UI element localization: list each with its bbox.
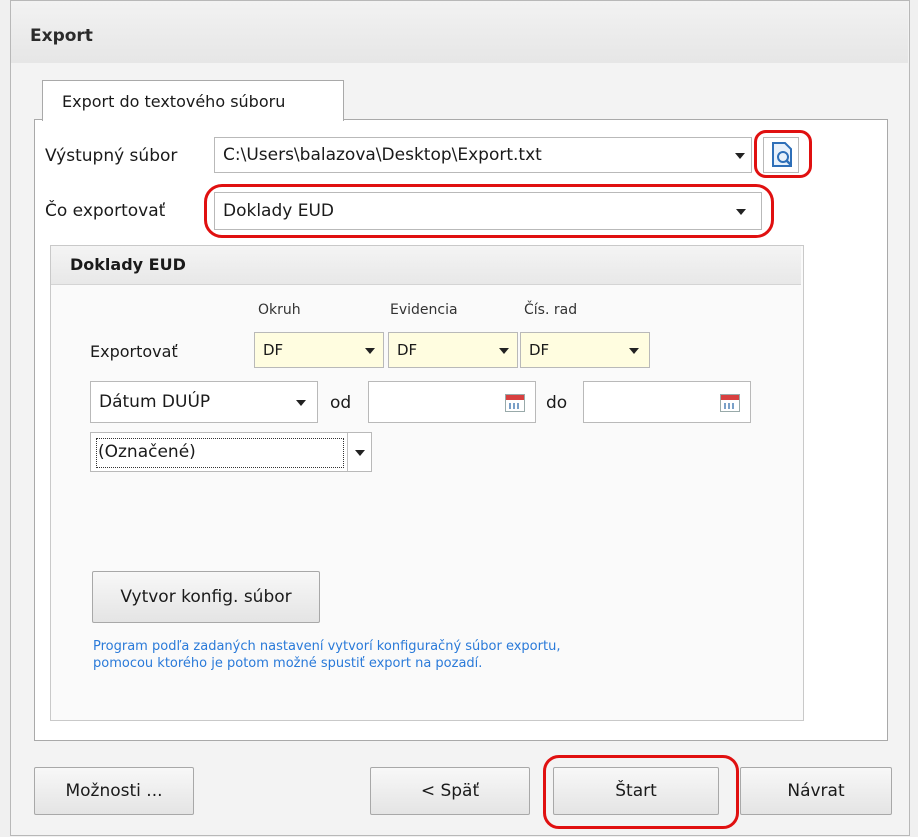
info-line-1: Program podľa zadaných nastavení vytvorí…	[93, 639, 561, 654]
return-label: Návrat	[787, 781, 845, 801]
cis-rad-combo[interactable]: DF	[520, 332, 650, 368]
search-file-icon	[772, 142, 792, 167]
window-title: Export	[30, 26, 93, 46]
title-bar	[11, 1, 908, 63]
chevron-down-icon	[365, 348, 375, 354]
create-config-label: Vytvor konfig. súbor	[120, 587, 292, 607]
okruh-value: DF	[263, 341, 284, 359]
chevron-down-icon	[735, 153, 745, 159]
selection-combo[interactable]: (Označené)	[90, 432, 372, 472]
date-field-value: Dátum DUÚP	[99, 392, 211, 412]
column-evidencia-label: Evidencia	[390, 302, 458, 318]
export-label: Exportovať	[90, 342, 178, 361]
options-button[interactable]: Možnosti ...	[34, 767, 194, 815]
date-field-combo[interactable]: Dátum DUÚP	[90, 381, 318, 423]
tab-label: Export do textového súboru	[62, 92, 286, 111]
to-label: do	[546, 393, 568, 413]
okruh-combo[interactable]: DF	[254, 332, 384, 368]
return-button[interactable]: Návrat	[740, 767, 892, 815]
browse-file-button[interactable]	[763, 137, 799, 173]
calendar-icon[interactable]	[720, 394, 740, 412]
combo-divider	[347, 433, 348, 471]
date-to-input[interactable]	[583, 381, 751, 423]
selection-value: (Označené)	[98, 442, 196, 462]
options-label: Možnosti ...	[65, 781, 163, 801]
back-button[interactable]: < Späť	[370, 767, 530, 815]
calendar-icon[interactable]	[505, 394, 525, 412]
chevron-down-icon	[499, 348, 509, 354]
chevron-down-icon	[629, 348, 639, 354]
info-line-2: pomocou ktorého je potom možné spustiť e…	[93, 656, 483, 671]
highlight-what-export	[204, 184, 774, 238]
info-text: Program podľa zadaných nastavení vytvorí…	[93, 638, 560, 672]
column-okruh-label: Okruh	[258, 302, 301, 318]
column-cis-rad-label: Čís. rad	[524, 302, 578, 318]
highlight-start	[543, 755, 739, 829]
evidencia-combo[interactable]: DF	[388, 332, 518, 368]
create-config-button[interactable]: Vytvor konfig. súbor	[92, 571, 320, 623]
output-file-combo[interactable]: C:\Users\balazova\Desktop\Export.txt	[214, 137, 752, 173]
output-file-label: Výstupný súbor	[45, 146, 178, 166]
chevron-down-icon	[355, 450, 365, 456]
chevron-down-icon	[296, 400, 306, 406]
evidencia-value: DF	[397, 341, 418, 359]
cis-rad-value: DF	[529, 341, 550, 359]
output-file-value: C:\Users\balazova\Desktop\Export.txt	[223, 145, 542, 165]
from-label: od	[330, 393, 352, 413]
what-export-label: Čo exportovať	[45, 201, 166, 221]
group-title: Doklady EUD	[70, 255, 186, 274]
date-from-input[interactable]	[368, 381, 536, 423]
tab-export-text-file[interactable]: Export do textového súboru	[42, 80, 344, 121]
back-label: < Späť	[420, 781, 480, 801]
